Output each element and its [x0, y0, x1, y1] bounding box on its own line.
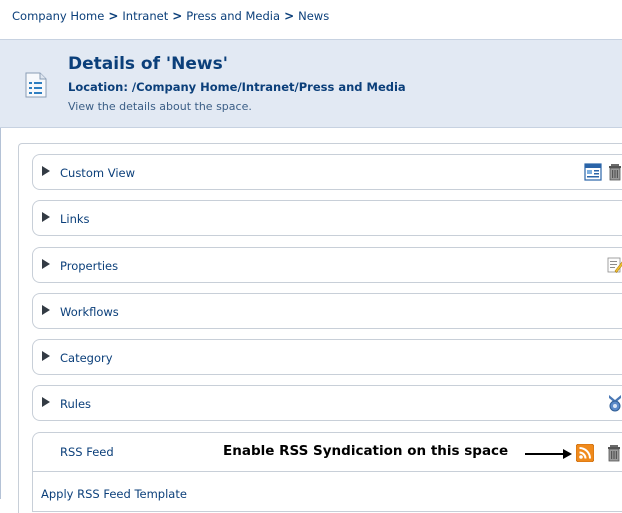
- breadcrumb-separator: >: [172, 9, 183, 23]
- rss-annotation-text: Enable RSS Syndication on this space: [223, 443, 509, 459]
- breadcrumb-item-press-and-media[interactable]: Press and Media: [186, 9, 280, 23]
- expand-arrow-icon[interactable]: [42, 351, 50, 361]
- panel-workflows[interactable]: Workflows: [32, 293, 622, 329]
- panel-label[interactable]: Properties: [60, 259, 118, 273]
- annotation-arrow-icon: [563, 449, 572, 459]
- breadcrumb-separator: >: [284, 9, 295, 23]
- panel-custom-view[interactable]: Custom View: [32, 154, 622, 190]
- delete-icon[interactable]: [605, 444, 622, 462]
- page-title: Details of 'News': [68, 54, 228, 74]
- panel-properties[interactable]: Properties: [32, 247, 622, 283]
- rules-icon[interactable]: [606, 394, 622, 412]
- annotation-arrow-line: [525, 453, 565, 455]
- breadcrumb-item-news[interactable]: News: [298, 9, 329, 23]
- delete-icon[interactable]: [606, 163, 622, 181]
- expand-arrow-icon[interactable]: [42, 212, 50, 222]
- panel-label[interactable]: Custom View: [60, 166, 135, 180]
- panel-label[interactable]: Category: [60, 351, 113, 365]
- panel-links[interactable]: Links: [32, 200, 622, 236]
- page-description: View the details about the space.: [68, 100, 252, 113]
- expand-arrow-icon[interactable]: [42, 397, 50, 407]
- panel-label[interactable]: RSS Feed: [60, 445, 114, 459]
- edit-properties-icon[interactable]: [606, 256, 622, 274]
- custom-view-icon[interactable]: [584, 163, 602, 181]
- panel-label[interactable]: Workflows: [60, 305, 119, 319]
- panel-category[interactable]: Category: [32, 339, 622, 375]
- breadcrumb-separator: >: [108, 9, 119, 23]
- page-header: Details of 'News' Location: /Company Hom…: [0, 40, 622, 128]
- breadcrumb-item-intranet[interactable]: Intranet: [122, 9, 168, 23]
- breadcrumb-item-company-home[interactable]: Company Home: [12, 9, 104, 23]
- rss-panel-header[interactable]: RSS Feed Enable RSS Syndication on this …: [33, 433, 622, 472]
- expand-arrow-icon[interactable]: [42, 259, 50, 269]
- space-details-icon: [25, 72, 47, 98]
- panel-label[interactable]: Links: [60, 212, 90, 226]
- panel-rss-feed: RSS Feed Enable RSS Syndication on this …: [32, 432, 622, 512]
- expand-arrow-icon[interactable]: [42, 305, 50, 315]
- panel-rules[interactable]: Rules: [32, 385, 622, 421]
- rss-icon[interactable]: [576, 444, 594, 462]
- location-path: Location: /Company Home/Intranet/Press a…: [68, 80, 406, 94]
- breadcrumb: Company Home > Intranet > Press and Media > Ne…: [0, 0, 622, 40]
- expand-arrow-icon[interactable]: [42, 166, 50, 176]
- panel-label[interactable]: Rules: [60, 397, 91, 411]
